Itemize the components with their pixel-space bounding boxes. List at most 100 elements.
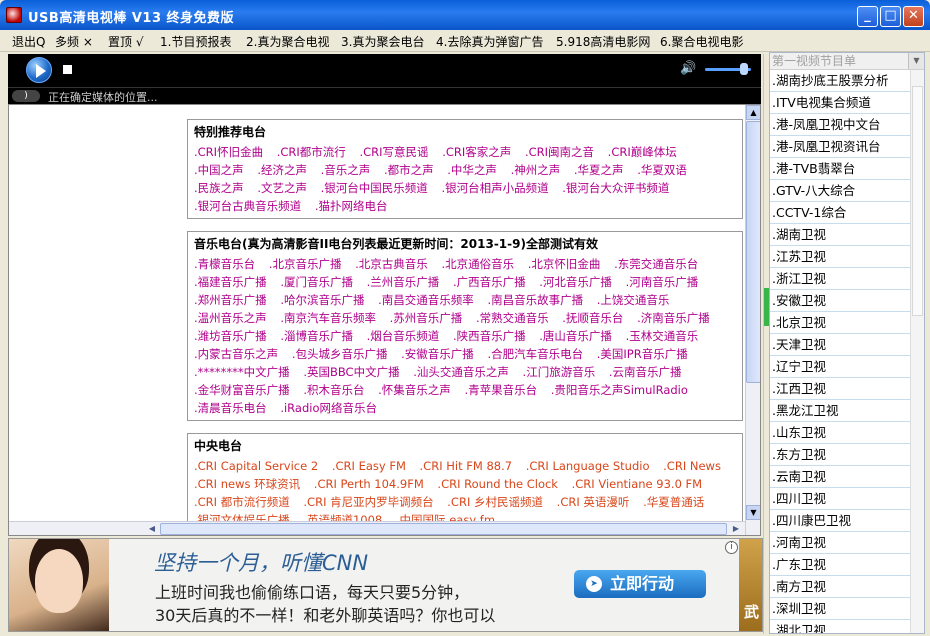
station-link[interactable]: .厦门音乐广播 — [280, 275, 353, 289]
station-link[interactable]: .iRadio网络音乐台 — [280, 401, 377, 415]
station-link[interactable]: .温州音乐之声 — [194, 311, 267, 325]
content-vertical-scrollbar[interactable]: ▲ ▼ — [745, 105, 760, 535]
channel-item[interactable]: .GTV-八大综合 — [770, 180, 910, 202]
status-toggle-button[interactable]: ) — [12, 90, 40, 102]
station-link[interactable]: .安徽音乐广播 — [401, 347, 474, 361]
station-link[interactable]: .陕西音乐广播 — [453, 329, 526, 343]
station-link[interactable]: .北京怀旧金曲 — [528, 257, 601, 271]
scroll-thumb[interactable] — [746, 121, 760, 383]
channel-item[interactable]: .湖南抄底王股票分析 — [770, 70, 910, 92]
play-icon[interactable] — [26, 57, 52, 83]
station-link[interactable]: .合肥汽车音乐电台 — [487, 347, 583, 361]
station-link[interactable]: .兰州音乐广播 — [367, 275, 440, 289]
menu-aggregated-radio[interactable]: 3.真为聚会电台 — [341, 33, 424, 50]
scroll-up-icon[interactable]: ▲ — [746, 105, 760, 120]
menu-always-on-top[interactable]: 置顶 √ — [108, 33, 143, 50]
station-link[interactable]: .都市之声 — [384, 163, 434, 177]
channel-item[interactable]: .港-凤凰卫视资讯台 — [770, 136, 910, 158]
menu-aggregated-tv-movies[interactable]: 6.聚合电视电影 — [660, 33, 743, 50]
station-link[interactable]: .贵阳音乐之声SimulRadio — [551, 383, 688, 397]
station-link[interactable]: .常熟交通音乐 — [476, 311, 549, 325]
station-link[interactable]: .华夏双语 — [637, 163, 687, 177]
station-link[interactable]: .CRI 都市流行频道 — [194, 495, 290, 509]
chevron-down-icon[interactable]: ▼ — [908, 53, 924, 69]
station-link[interactable]: .烟台音乐频道 — [367, 329, 440, 343]
menu-aggregated-tv[interactable]: 2.真为聚合电视 — [246, 33, 329, 50]
station-link[interactable]: .北京音乐广播 — [269, 257, 342, 271]
station-link[interactable]: .CRI Hit FM 88.7 — [420, 459, 513, 473]
channel-item[interactable]: .深圳卫视 — [770, 598, 910, 620]
menu-exit[interactable]: 退出Q — [12, 33, 45, 50]
station-link[interactable]: .南昌交通音乐频率 — [378, 293, 474, 307]
station-link[interactable]: .CRI写意民谣 — [359, 145, 428, 159]
station-link[interactable]: .CRI客家之声 — [442, 145, 511, 159]
station-link[interactable]: .青檬音乐台 — [194, 257, 255, 271]
station-link[interactable]: .音乐之声 — [321, 163, 371, 177]
station-link[interactable]: .CRI Language Studio — [526, 459, 650, 473]
channel-item[interactable]: .四川康巴卫视 — [770, 510, 910, 532]
station-link[interactable]: .华夏之声 — [574, 163, 624, 177]
channel-item[interactable]: .北京卫视 — [770, 312, 910, 334]
station-link[interactable]: .银河台相声小品频道 — [441, 181, 548, 195]
station-link[interactable]: .潍坊音乐广播 — [194, 329, 267, 343]
channel-item[interactable]: .港-TVB翡翠台 — [770, 158, 910, 180]
station-link[interactable]: .东莞交通音乐台 — [614, 257, 698, 271]
station-link[interactable]: .中华之声 — [447, 163, 497, 177]
channel-item[interactable]: .天津卫视 — [770, 334, 910, 356]
station-link[interactable]: .抚顺音乐台 — [562, 311, 623, 325]
minimize-button[interactable]: _ — [857, 6, 878, 27]
station-link[interactable]: .CRI Vientiane 93.0 FM — [572, 477, 702, 491]
station-link[interactable]: .银河台古典音乐频道 — [194, 199, 301, 213]
panel-splitter[interactable] — [763, 54, 769, 634]
channel-item[interactable]: .港-凤凰卫视中文台 — [770, 114, 910, 136]
channel-item[interactable]: .江苏卫视 — [770, 246, 910, 268]
channel-item[interactable]: .安徽卫视 — [770, 290, 910, 312]
station-link[interactable]: .CRI 乡村民谣频道 — [447, 495, 543, 509]
ad-info-icon[interactable]: i — [725, 541, 738, 554]
station-link[interactable]: .积木音乐台 — [303, 383, 364, 397]
scroll-left-icon[interactable]: ◀ — [145, 522, 159, 535]
station-link[interactable]: .英国BBC中文广播 — [303, 365, 399, 379]
station-link[interactable]: .福建音乐广播 — [194, 275, 267, 289]
station-link[interactable]: .北京古典音乐 — [355, 257, 428, 271]
station-link[interactable]: .广西音乐广播 — [453, 275, 526, 289]
station-link[interactable]: .银河台中国民乐频道 — [321, 181, 428, 195]
menu-program-guide[interactable]: 1.节目预报表 — [160, 33, 231, 50]
channel-item[interactable]: .广东卫视 — [770, 554, 910, 576]
scroll-right-icon[interactable]: ▶ — [729, 522, 743, 535]
station-link[interactable]: .哈尔滨音乐广播 — [280, 293, 364, 307]
channel-list-scrollbar[interactable] — [910, 70, 924, 633]
station-link[interactable]: .江门旅游音乐 — [523, 365, 596, 379]
station-link[interactable]: .CRI Round the Clock — [437, 477, 558, 491]
station-link[interactable]: .淄博音乐广播 — [280, 329, 353, 343]
station-link[interactable]: .云南音乐广播 — [609, 365, 682, 379]
station-link[interactable]: .包头城乡音乐广播 — [292, 347, 388, 361]
station-link[interactable]: .银河台大众评书频道 — [562, 181, 669, 195]
station-link[interactable]: .********中文广播 — [194, 365, 290, 379]
volume-slider-knob[interactable] — [740, 63, 748, 75]
station-link[interactable]: .玉林交通音乐 — [626, 329, 699, 343]
station-link[interactable]: .汕头交通音乐之声 — [413, 365, 509, 379]
station-link[interactable]: .南京汽车音乐频率 — [280, 311, 376, 325]
scroll-thumb-horizontal[interactable] — [160, 523, 727, 535]
volume-icon[interactable]: 🔊 — [680, 61, 696, 76]
station-link[interactable]: .河北音乐广播 — [539, 275, 612, 289]
station-link[interactable]: .金华财富音乐广播 — [194, 383, 290, 397]
station-link[interactable]: .CRI 肯尼亚内罗毕调频台 — [303, 495, 433, 509]
close-button[interactable]: ✕ — [903, 6, 924, 27]
channel-item[interactable]: .河南卫视 — [770, 532, 910, 554]
station-link[interactable]: .华夏普通话 — [643, 495, 704, 509]
station-link[interactable]: .猫扑网络电台 — [315, 199, 388, 213]
ad-banner[interactable]: 坚持一个月，听懂CNN 上班时间我也偷偷练口语，每天只要5分钟， 30天后真的不… — [8, 538, 763, 632]
station-link[interactable]: .民族之声 — [194, 181, 244, 195]
station-link[interactable]: .经济之声 — [257, 163, 307, 177]
station-link[interactable]: .苏州音乐广播 — [390, 311, 463, 325]
channel-item[interactable]: .湖北卫视 — [770, 620, 910, 633]
channel-item[interactable]: .黑龙江卫视 — [770, 400, 910, 422]
scroll-down-icon[interactable]: ▼ — [746, 505, 760, 520]
station-link[interactable]: .CRI闽南之音 — [525, 145, 594, 159]
station-link[interactable]: .CRI巅峰体坛 — [608, 145, 677, 159]
station-link[interactable]: .青苹果音乐台 — [464, 383, 537, 397]
station-link[interactable]: .CRI news 环球资讯 — [194, 477, 300, 491]
station-link[interactable]: .CRI Capital Service 2 — [194, 459, 318, 473]
